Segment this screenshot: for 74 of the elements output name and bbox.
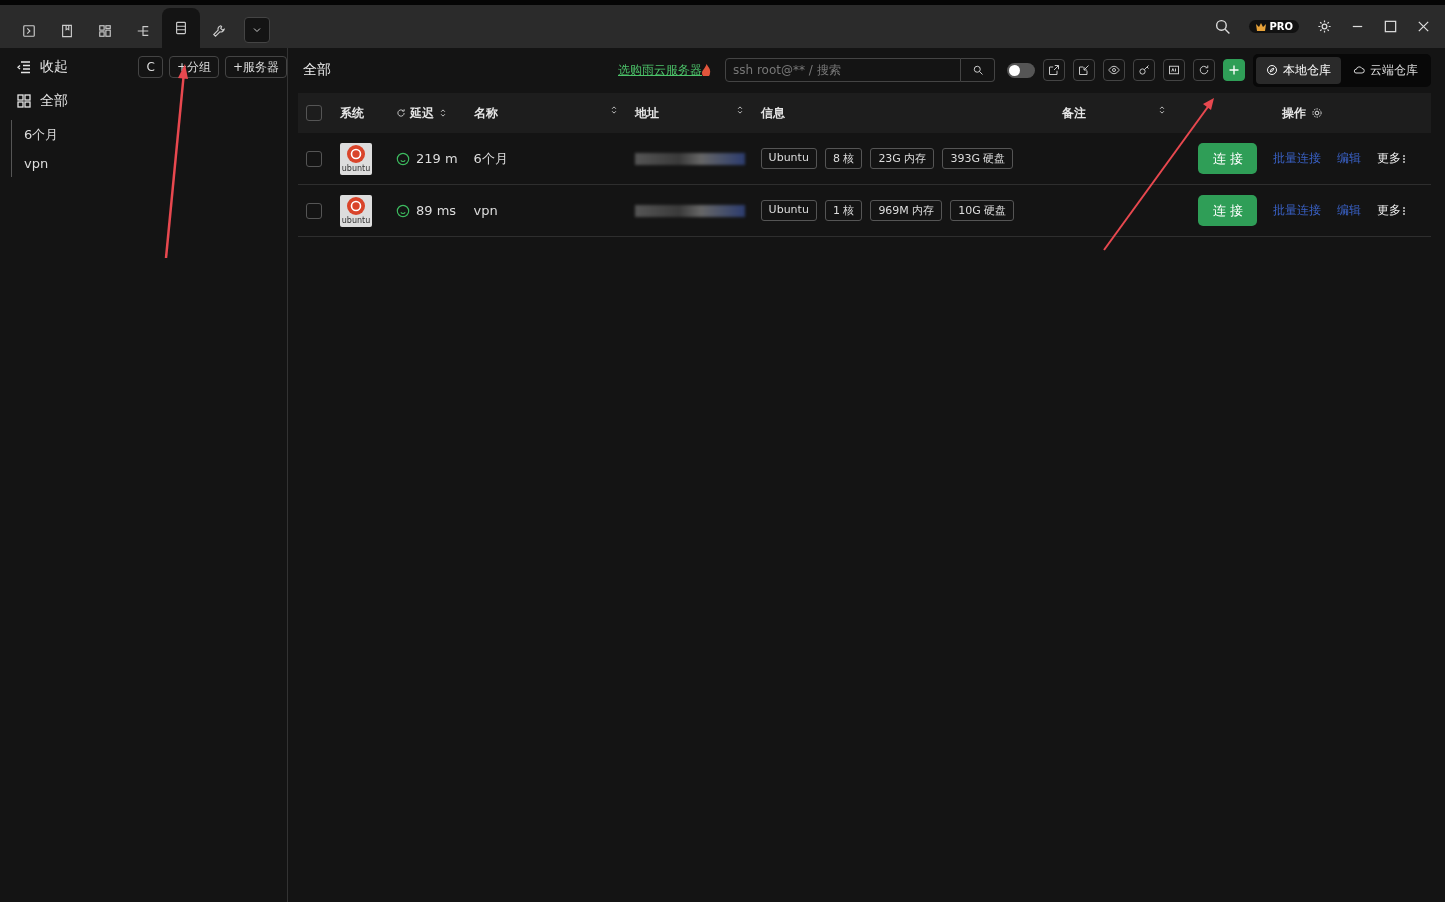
server-name: vpn bbox=[465, 184, 627, 237]
terminal-icon bbox=[22, 24, 36, 38]
column-header: 操作 bbox=[1182, 104, 1423, 122]
plus-icon bbox=[1228, 64, 1240, 76]
info-tag: 10G 硬盘 bbox=[950, 200, 1015, 221]
eye-icon bbox=[1108, 64, 1120, 76]
flame-icon bbox=[702, 64, 711, 76]
info-tag: 969M 内存 bbox=[870, 200, 943, 221]
card-button[interactable] bbox=[1163, 59, 1185, 81]
refresh-icon bbox=[1198, 64, 1210, 76]
search-icon bbox=[1214, 18, 1232, 35]
import-button[interactable] bbox=[1073, 59, 1095, 81]
column-header: 系统 bbox=[332, 93, 388, 133]
export-button[interactable] bbox=[1043, 59, 1065, 81]
info-tag: Ubuntu bbox=[760, 200, 817, 221]
collapse-button[interactable]: 收起 bbox=[16, 58, 68, 76]
more-menu[interactable]: 更多 bbox=[1377, 150, 1408, 167]
search-field[interactable]: ssh root@** / 搜索 bbox=[725, 58, 961, 82]
refresh-icon bbox=[396, 108, 406, 118]
server-name: 6个月 bbox=[465, 133, 627, 185]
server-icon bbox=[174, 21, 188, 35]
info-tag: Ubuntu bbox=[760, 148, 817, 169]
toggle-switch[interactable] bbox=[1007, 62, 1035, 78]
key-icon bbox=[1138, 64, 1150, 76]
refresh-button[interactable]: C bbox=[138, 56, 163, 78]
kebab-icon bbox=[1401, 152, 1408, 165]
add-button[interactable] bbox=[1223, 59, 1245, 81]
info-tag: 8 核 bbox=[824, 148, 863, 169]
search-button[interactable] bbox=[961, 58, 995, 82]
cloud-icon bbox=[1353, 64, 1365, 76]
smiley-icon bbox=[396, 203, 410, 218]
import-icon bbox=[1078, 64, 1090, 76]
toolbar-tab[interactable] bbox=[162, 8, 200, 48]
refresh-button[interactable] bbox=[1193, 59, 1215, 81]
bookmark-icon bbox=[60, 24, 74, 38]
collapse-icon bbox=[16, 59, 32, 75]
kebab-icon bbox=[1401, 204, 1408, 217]
more-menu[interactable]: 更多 bbox=[1377, 202, 1408, 219]
close-icon bbox=[1416, 19, 1431, 34]
tree-icon bbox=[136, 24, 150, 38]
sort-icon bbox=[438, 108, 448, 118]
info-tag: 1 核 bbox=[824, 200, 863, 221]
wrench-icon bbox=[212, 24, 226, 38]
smiley-icon bbox=[396, 151, 410, 166]
pro-badge: PRO bbox=[1249, 20, 1299, 33]
latency-text: 219 m bbox=[416, 151, 458, 166]
ubuntu-logo: ubuntu bbox=[340, 194, 372, 227]
info-tag: 393G 硬盘 bbox=[942, 148, 1014, 169]
settings-icon bbox=[1311, 107, 1324, 119]
checkbox[interactable] bbox=[306, 105, 322, 121]
row-checkbox[interactable] bbox=[306, 202, 322, 219]
column-header: 信息 bbox=[752, 93, 1054, 133]
search-icon bbox=[971, 64, 984, 76]
ubuntu-logo: ubuntu bbox=[340, 142, 372, 175]
grid-icon bbox=[16, 93, 32, 109]
page-title: 全部 bbox=[302, 61, 331, 79]
latency-text: 89 ms bbox=[416, 203, 457, 218]
promo-link[interactable]: 选购雨云服务器 bbox=[618, 61, 702, 79]
export-icon bbox=[1048, 64, 1060, 76]
maximize-icon bbox=[1383, 19, 1398, 34]
add-server-button[interactable]: +服务器 bbox=[224, 56, 287, 78]
row-checkbox[interactable] bbox=[306, 150, 322, 167]
repository-tab[interactable]: 云端仓库 bbox=[1343, 56, 1428, 84]
settings-icon bbox=[1317, 19, 1332, 34]
group-item[interactable]: 6个月 bbox=[12, 120, 287, 150]
blocks-icon bbox=[98, 24, 112, 38]
key-button[interactable] bbox=[1133, 59, 1155, 81]
card-icon bbox=[1168, 64, 1180, 76]
info-tag: 23G 内存 bbox=[870, 148, 935, 169]
all-item[interactable]: 全部 bbox=[16, 92, 287, 110]
compass-icon bbox=[1266, 64, 1278, 76]
view-button[interactable] bbox=[1103, 59, 1125, 81]
repository-tab[interactable]: 本地仓库 bbox=[1256, 56, 1341, 84]
group-item[interactable]: vpn bbox=[12, 150, 287, 177]
